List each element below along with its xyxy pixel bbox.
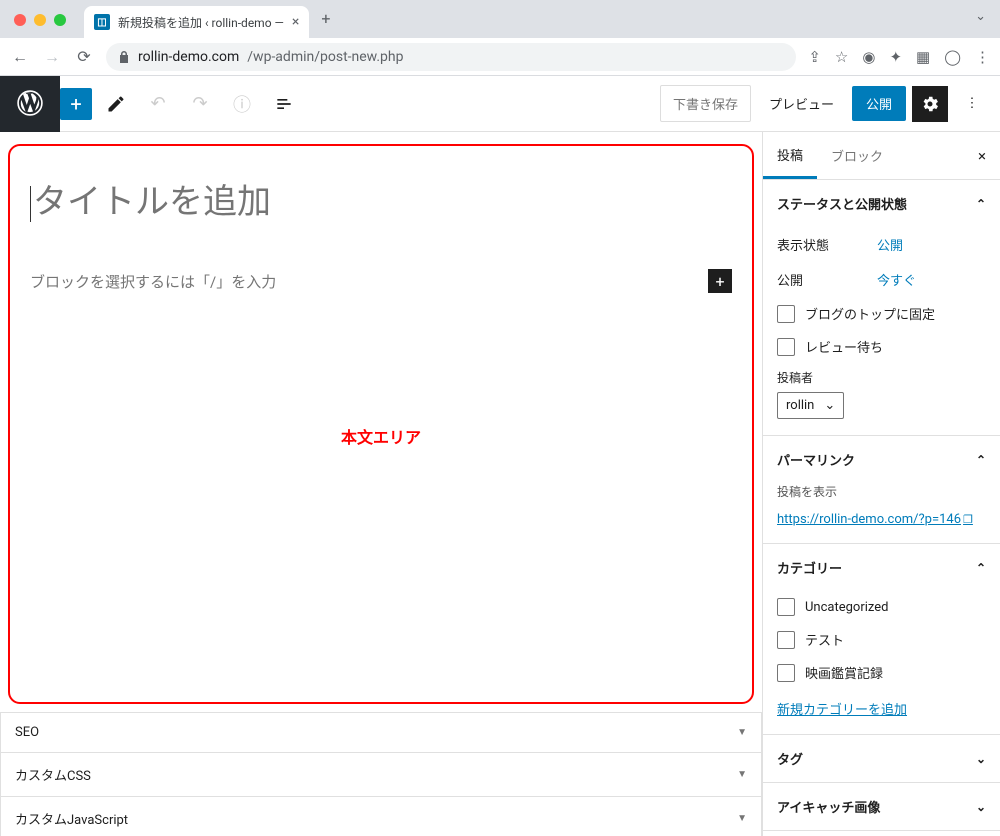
add-new-category-link[interactable]: 新規カテゴリーを追加 [777,703,907,718]
back-icon[interactable]: ← [10,47,30,67]
wordpress-logo-icon [17,90,43,116]
inline-add-block-button[interactable]: + [708,269,732,293]
meta-boxes: SEO▼ カスタムCSS▼ カスタムJavaScript▼ 投稿 [0,712,762,836]
chevron-up-icon: ⌃ [976,197,986,211]
extension-icons: ⇪ ☆ ◉ ✦ ▦ ◯ ⋮ [808,48,990,66]
chevron-down-icon: ⌄ [976,800,986,814]
category-checkbox[interactable]: テスト [777,623,986,656]
close-sidebar-icon[interactable]: × [964,147,1000,165]
star-icon[interactable]: ☆ [835,48,848,66]
wp-admin-bar[interactable] [0,76,60,132]
window-controls [10,14,74,38]
lock-icon [118,50,130,64]
post-title-input[interactable]: タイトルを追加 [26,174,736,223]
panel-tags: タグ ⌄ [763,735,1000,783]
panel-status: ステータスと公開状態 ⌃ 表示状態 公開 公開 今すぐ [763,180,1000,436]
forward-icon: → [42,47,62,67]
caret-down-icon: ▼ [737,727,747,738]
add-block-button[interactable]: + [60,88,92,120]
redo-icon: ↷ [182,86,218,122]
favicon-icon: ◫ [94,14,110,30]
content-area-annotation: タイトルを追加 ブロックを選択するには「/」を入力 + 本文エリア [8,144,754,704]
checkbox-icon[interactable] [777,664,795,682]
settings-sidebar: 投稿 ブロック × ステータスと公開状態 ⌃ 表示状態 公開 [762,132,1000,836]
reload-icon[interactable]: ⟳ [74,47,94,66]
panel-categories: カテゴリー ⌃ Uncategorized テスト 映画鑑賞記録 新規カテゴリー… [763,544,1000,735]
chevron-down-icon: ⌄ [976,752,986,766]
panel-status-header[interactable]: ステータスと公開状態 ⌃ [763,180,1000,227]
chevron-down-icon: ⌄ [824,398,835,413]
panel-categories-header[interactable]: カテゴリー ⌃ [763,544,1000,591]
info-icon[interactable]: ⓘ [224,86,260,122]
grid-icon[interactable]: ▦ [916,48,930,66]
panel-tags-header[interactable]: タグ ⌄ [763,735,1000,782]
block-placeholder[interactable]: ブロックを選択するには「/」を入力 [30,271,276,292]
tab-title: 新規投稿を追加 ‹ rollin-demo — [118,14,284,31]
caret-down-icon: ▼ [737,769,747,780]
tab-block[interactable]: ブロック [817,132,897,179]
browser-tab-strip: ◫ 新規投稿を追加 ‹ rollin-demo — × + ⌄ [0,0,1000,38]
pending-review-checkbox[interactable]: レビュー待ち [777,330,986,363]
panel-featured-header[interactable]: アイキャッチ画像 ⌄ [763,783,1000,830]
kebab-icon[interactable]: ⋮ [975,48,990,66]
caret-down-icon: ▼ [737,813,747,824]
settings-button[interactable] [912,86,948,122]
new-tab-button[interactable]: + [309,9,342,38]
close-tab-icon[interactable]: × [292,14,299,30]
metabox-custom-css[interactable]: カスタムCSS▼ [0,753,762,797]
more-menu-button[interactable]: ⋮ [954,86,990,122]
save-draft-button[interactable]: 下書き保存 [660,85,751,122]
address-bar: ← → ⟳ rollin-demo.com/wp-admin/post-new.… [0,38,1000,76]
outline-icon[interactable] [266,86,302,122]
puzzle-icon[interactable]: ✦ [889,48,902,66]
checkbox-icon[interactable] [777,305,795,323]
url-field[interactable]: rollin-demo.com/wp-admin/post-new.php [106,43,796,71]
stick-to-top-checkbox[interactable]: ブログのトップに固定 [777,297,986,330]
camera-icon[interactable]: ◉ [862,48,875,66]
view-post-label: 投稿を表示 [777,483,986,500]
panel-permalink: パーマリンク ⌃ 投稿を表示 https://rollin-demo.com/?… [763,436,1000,544]
panel-featured-image: アイキャッチ画像 ⌄ [763,783,1000,831]
chevron-up-icon: ⌃ [976,561,986,575]
preview-button[interactable]: プレビュー [757,86,846,121]
author-select[interactable]: rollin ⌄ [777,392,844,419]
undo-icon: ↶ [140,86,176,122]
url-path: /wp-admin/post-new.php [247,49,403,65]
metabox-custom-js[interactable]: カスタムJavaScript▼ [0,797,762,836]
close-window-icon[interactable] [14,14,26,26]
minimize-window-icon[interactable] [34,14,46,26]
edit-mode-icon[interactable] [98,86,134,122]
tab-post[interactable]: 投稿 [763,132,817,179]
maximize-window-icon[interactable] [54,14,66,26]
annotation-label: 本文エリア [341,424,421,448]
avatar-icon[interactable]: ◯ [944,48,961,66]
url-host: rollin-demo.com [138,49,239,65]
chevron-up-icon: ⌃ [976,453,986,467]
checkbox-icon[interactable] [777,338,795,356]
author-label: 投稿者 [777,369,986,386]
metabox-seo[interactable]: SEO▼ [0,712,762,753]
chevron-down-icon[interactable]: ⌄ [975,9,1000,38]
permalink-url[interactable]: https://rollin-demo.com/?p=146 [777,512,961,527]
category-checkbox[interactable]: Uncategorized [777,591,986,623]
browser-tab[interactable]: ◫ 新規投稿を追加 ‹ rollin-demo — × [84,6,309,38]
share-icon[interactable]: ⇪ [808,48,821,66]
checkbox-icon[interactable] [777,598,795,616]
visibility-row[interactable]: 表示状態 公開 [777,227,986,262]
sidebar-tabs: 投稿 ブロック × [763,132,1000,180]
category-checkbox[interactable]: 映画鑑賞記録 [777,656,986,689]
publish-date-row[interactable]: 公開 今すぐ [777,262,986,297]
publish-button[interactable]: 公開 [852,86,906,121]
external-link-icon: ❐ [963,513,973,526]
checkbox-icon[interactable] [777,631,795,649]
editor-header: + ↶ ↷ ⓘ 下書き保存 プレビュー 公開 ⋮ [0,76,1000,132]
panel-permalink-header[interactable]: パーマリンク ⌃ [763,436,1000,483]
